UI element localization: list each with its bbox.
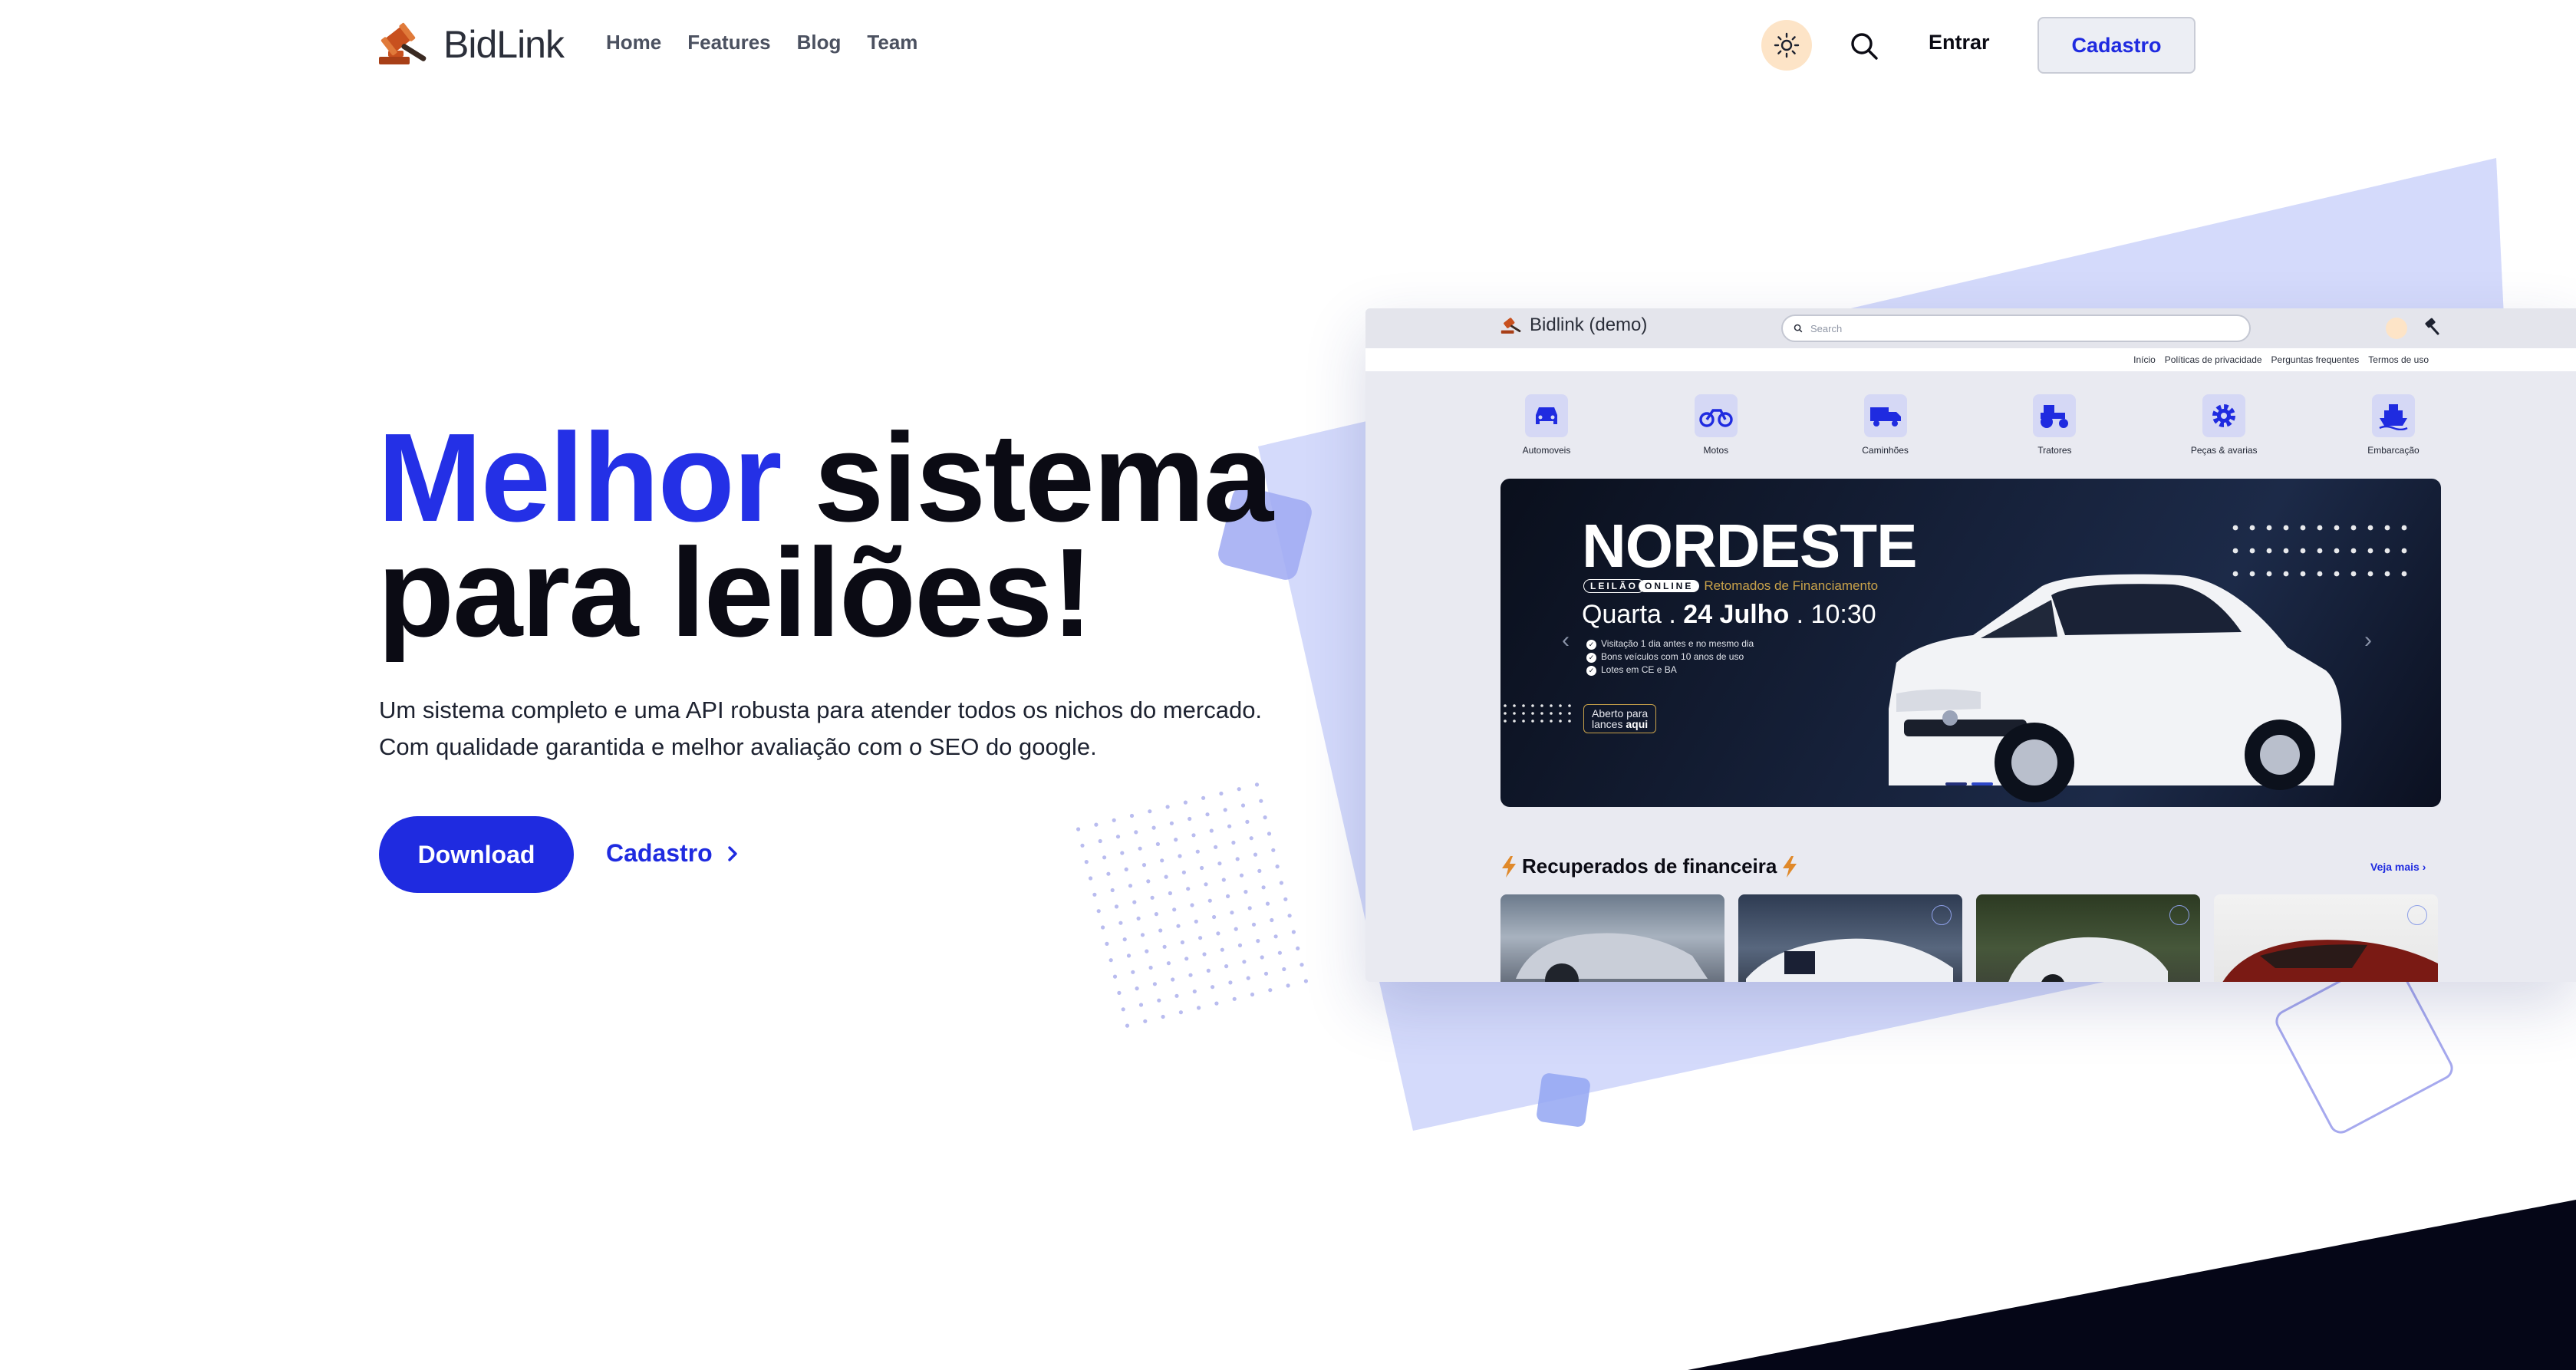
see-more-label: Veja mais xyxy=(2370,861,2420,873)
main-nav: Home Features Blog Team xyxy=(606,31,917,54)
preview-header: Bidlink (demo) Search xyxy=(1365,308,2576,348)
preview-brand: Bidlink (demo) xyxy=(1500,315,1647,336)
listing-card-image xyxy=(1738,894,1962,982)
signup-cta-label: Cadastro xyxy=(606,839,713,867)
heart-icon xyxy=(2169,905,2189,925)
preview-category: Embarcação xyxy=(2347,394,2439,456)
hero-title: Melhor sistema para leilões! xyxy=(377,415,1298,656)
listing-card-image xyxy=(1500,894,1724,982)
category-label: Tratores xyxy=(2037,445,2072,456)
app-preview-screenshot: Bidlink (demo) Search Início Políticas d… xyxy=(1365,308,2576,982)
hammer-icon xyxy=(2425,318,2439,335)
preview-listing-cards xyxy=(1500,894,2438,982)
sun-icon xyxy=(1774,32,1800,58)
preview-link-bar: Início Políticas de privacidade Pergunta… xyxy=(1365,348,2576,371)
preview-link-terms: Termos de uso xyxy=(2368,354,2429,365)
nav-link-features[interactable]: Features xyxy=(687,31,770,54)
banner-cta: Aberto para lances aqui xyxy=(1583,704,1657,733)
preview-link-faq: Perguntas frequentes xyxy=(2271,354,2360,365)
category-label: Peças & avarias xyxy=(2190,445,2258,456)
preview-category: Peças & avarias xyxy=(2178,394,2270,456)
banner-date-day: Quarta . xyxy=(1582,600,1684,629)
listing-card-image xyxy=(1976,894,2200,982)
search-button[interactable] xyxy=(1844,26,1884,66)
banner-bullets: Visitação 1 dia antes e no mesmo dia Bon… xyxy=(1586,638,1754,676)
search-icon xyxy=(1794,324,1803,333)
chevron-right-icon: › xyxy=(2364,627,2372,653)
ship-icon xyxy=(2379,404,2408,430)
banner-bullet: Visitação 1 dia antes e no mesmo dia xyxy=(1586,638,1754,650)
banner-cta-line2-bold: aqui xyxy=(1626,718,1649,730)
preview-categories: Automoveis Motos Caminhões Tratores Peça… xyxy=(1500,394,2439,456)
gavel-icon xyxy=(1500,318,1521,334)
nav-link-team[interactable]: Team xyxy=(867,31,917,54)
banner-date: Quarta . 24 Julho . 10:30 xyxy=(1582,600,1876,630)
preview-brand-name: Bidlink (demo) xyxy=(1530,315,1648,335)
banner-bullet: Bons veículos com 10 anos de uso xyxy=(1586,651,1754,663)
car-photo xyxy=(2008,937,2168,982)
download-button[interactable]: Download xyxy=(379,816,574,893)
preview-link-privacy: Políticas de privacidade xyxy=(2164,354,2262,365)
car-photo xyxy=(1516,933,1708,982)
tractor-icon xyxy=(2041,405,2069,428)
car-icon xyxy=(1536,407,1557,424)
preview-search-placeholder: Search xyxy=(1810,322,1843,334)
brand-name: BidLink xyxy=(443,23,565,66)
preview-category: Automoveis xyxy=(1500,394,1593,456)
theme-toggle-button[interactable] xyxy=(1761,20,1812,71)
sun-icon xyxy=(2386,318,2407,339)
preview-search-input: Search xyxy=(1781,315,2251,342)
nav-link-blog[interactable]: Blog xyxy=(797,31,842,54)
preview-category: Tratores xyxy=(2008,394,2100,456)
heart-icon xyxy=(2407,905,2427,925)
nav-link-home[interactable]: Home xyxy=(606,31,661,54)
top-navbar: BidLink Home Features Blog Team Entrar C… xyxy=(0,0,2576,91)
banner-tag-subtitle: Retomados de Financiamento xyxy=(1704,578,1879,593)
carousel-dot xyxy=(1945,782,1967,785)
banner-tag-online: ONLINE xyxy=(1639,580,1700,592)
brand-logo[interactable]: BidLink xyxy=(377,21,565,68)
listing-card-image xyxy=(2214,894,2438,982)
lightning-icon xyxy=(1783,855,1797,878)
banner-bullet: Lotes em CE e BA xyxy=(1586,664,1754,676)
section-title-text: Recuperados de financeira xyxy=(1522,855,1777,878)
signup-cta-link[interactable]: Cadastro xyxy=(606,839,740,868)
banner-title: NORDESTE xyxy=(1582,512,1917,580)
banner-date-time: . 10:30 xyxy=(1789,600,1876,629)
search-icon xyxy=(1851,33,1878,60)
preview-see-more: Veja mais › xyxy=(2370,861,2426,873)
category-label: Motos xyxy=(1703,445,1729,456)
hero-subtitle: Um sistema completo e uma API robusta pa… xyxy=(379,697,1263,760)
carousel-dot xyxy=(1972,782,1993,785)
login-link[interactable]: Entrar xyxy=(1929,31,1990,54)
banner-date-bold: 24 Julho xyxy=(1683,600,1790,629)
preview-link-inicio: Início xyxy=(2133,354,2156,365)
preview-section-title: Recuperados de financeira xyxy=(1500,855,1798,878)
motorcycle-icon xyxy=(1699,409,1733,427)
signup-button[interactable]: Cadastro xyxy=(2037,17,2196,74)
lightning-icon xyxy=(1502,855,1516,878)
banner-cta-line2: lances xyxy=(1592,718,1626,730)
category-label: Caminhões xyxy=(1862,445,1909,456)
category-label: Automoveis xyxy=(1522,445,1571,456)
chevron-right-icon xyxy=(728,845,737,861)
banner-tag: LEILÃO ONLINE Retomados de Financiamento xyxy=(1583,578,1878,594)
preview-promo-banner: NORDESTE LEILÃO ONLINE Retomados de Fina… xyxy=(1500,479,2441,807)
chevron-left-icon: ‹ xyxy=(1562,627,1570,653)
heart-icon xyxy=(1932,905,1952,925)
gear-icon xyxy=(2212,404,2236,427)
gavel-icon xyxy=(379,22,427,64)
category-label: Embarcação xyxy=(2367,445,2420,456)
hero-title-part2: para leilões! xyxy=(377,522,1093,663)
carousel-indicators xyxy=(1945,782,1993,785)
preview-category: Caminhões xyxy=(1840,394,1932,456)
car-photo xyxy=(2222,940,2438,982)
banner-tag-leilao: LEILÃO xyxy=(1583,579,1645,593)
truck-icon xyxy=(1869,407,1901,426)
car-photo xyxy=(1746,938,1953,982)
preview-category: Motos xyxy=(1670,394,1762,456)
